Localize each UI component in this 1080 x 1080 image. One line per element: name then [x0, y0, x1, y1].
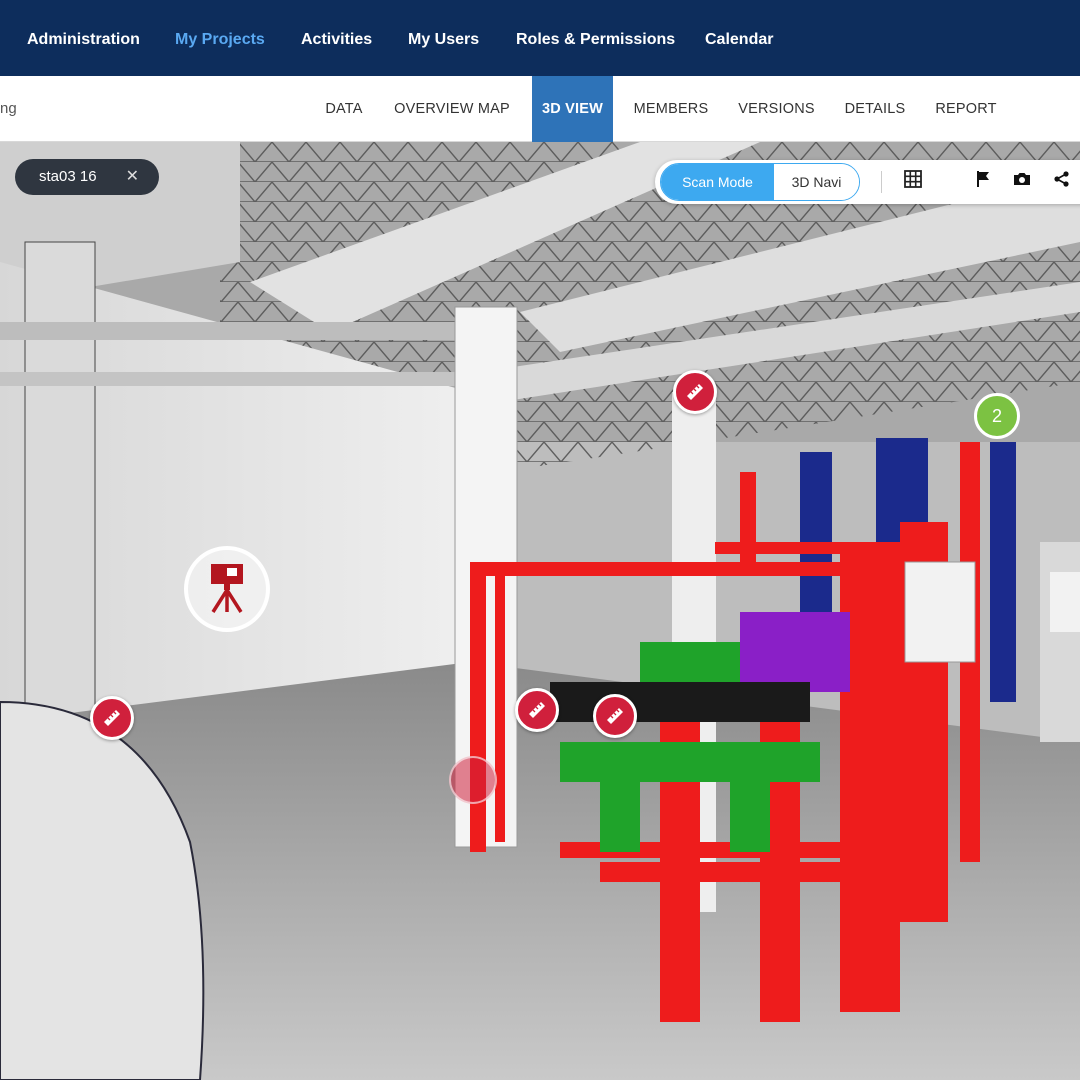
- tab-members[interactable]: MEMBERS: [630, 76, 712, 142]
- tab-versions[interactable]: VERSIONS: [734, 76, 819, 142]
- scan-station-chip: sta03 16 ✕: [15, 159, 159, 195]
- camera-icon[interactable]: [1013, 170, 1035, 192]
- tab-3d-view[interactable]: 3D VIEW: [532, 76, 613, 142]
- point-cloud-scene: [0, 142, 1080, 1080]
- measurement-marker[interactable]: [515, 688, 559, 732]
- measure-icon: [529, 702, 545, 718]
- measurement-marker[interactable]: [593, 694, 637, 738]
- scan-mode-button[interactable]: Scan Mode: [661, 164, 774, 200]
- top-navigation: Administration My Projects Activities My…: [0, 0, 1080, 76]
- nav-my-projects[interactable]: My Projects: [175, 0, 265, 76]
- grid-icon[interactable]: [904, 170, 926, 192]
- tab-details[interactable]: DETAILS: [841, 76, 909, 142]
- measure-icon: [607, 708, 623, 724]
- 3d-navi-button[interactable]: 3D Navi: [774, 164, 859, 200]
- tab-report[interactable]: REPORT: [932, 76, 1000, 142]
- viewer-toolbar: Scan Mode 3D Navi: [655, 160, 1080, 204]
- cluster-count-badge[interactable]: 2: [974, 393, 1020, 439]
- view-mode-toggle: Scan Mode 3D Navi: [660, 163, 860, 201]
- nav-administration[interactable]: Administration: [27, 0, 140, 76]
- nav-activities[interactable]: Activities: [301, 0, 372, 76]
- share-icon[interactable]: [1053, 170, 1075, 192]
- measurement-marker[interactable]: [90, 696, 134, 740]
- tab-overview-map[interactable]: OVERVIEW MAP: [390, 76, 514, 142]
- scan-station-label: sta03 16: [39, 168, 97, 185]
- flag-icon[interactable]: [975, 170, 997, 192]
- close-icon[interactable]: ✕: [126, 159, 139, 195]
- scan-station-marker[interactable]: [184, 546, 270, 632]
- hidden-measurement-marker[interactable]: [449, 756, 497, 804]
- project-name: ng: [0, 100, 17, 117]
- tripod-scanner-icon: [211, 564, 243, 613]
- measure-icon: [104, 710, 120, 726]
- measure-icon: [687, 384, 703, 400]
- toolbar-divider: [881, 171, 882, 193]
- measurement-marker[interactable]: [673, 370, 717, 414]
- project-subheader: ng DATA OVERVIEW MAP 3D VIEW MEMBERS VER…: [0, 76, 1080, 142]
- nav-my-users[interactable]: My Users: [408, 0, 479, 76]
- tab-data[interactable]: DATA: [318, 76, 370, 142]
- nav-roles-permissions[interactable]: Roles & Permissions: [516, 0, 675, 76]
- 3d-viewport[interactable]: sta03 16 ✕ Scan Mode 3D Navi 2: [0, 142, 1080, 1080]
- nav-calendar[interactable]: Calendar: [705, 0, 773, 76]
